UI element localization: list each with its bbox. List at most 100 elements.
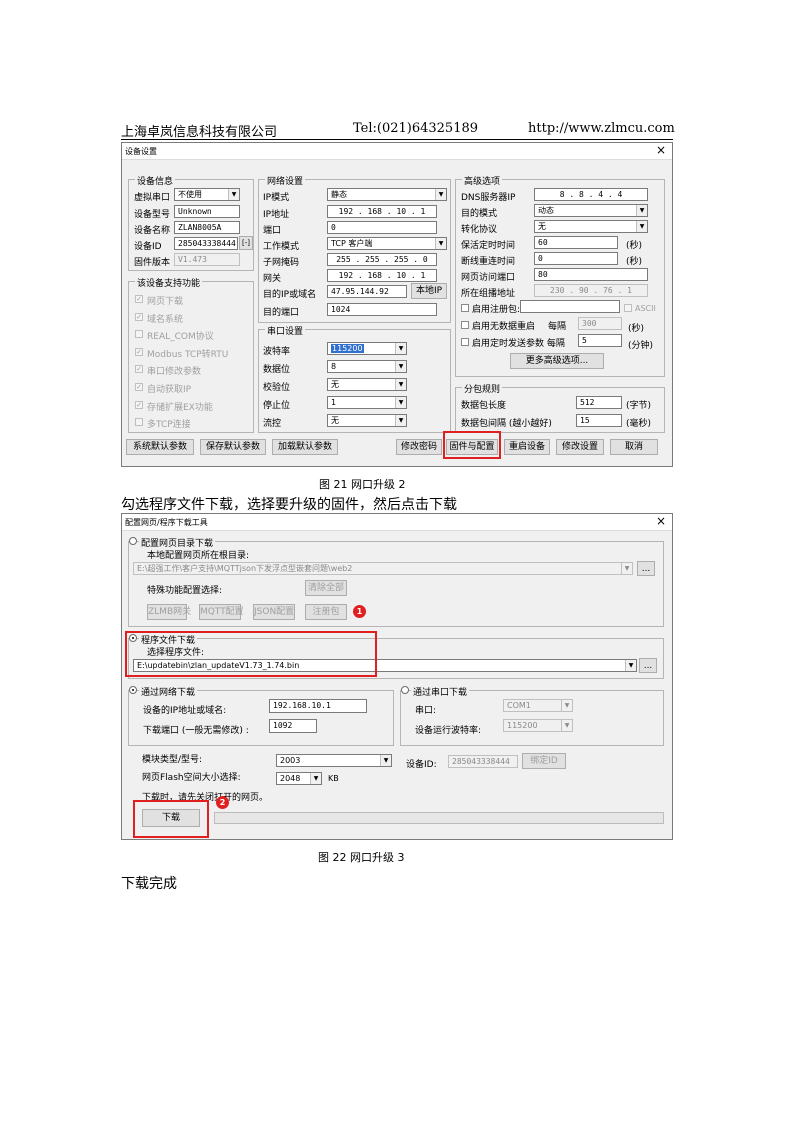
port-field[interactable]: 0	[327, 221, 437, 234]
baud-label: 波特率	[263, 347, 291, 357]
chevron-down-icon: ▼	[561, 720, 572, 731]
feature-checkbox[interactable]: ✓	[135, 365, 143, 374]
gateway-field[interactable]: 192 . 168 . 10 . 1	[327, 269, 437, 282]
load-default-button[interactable]: 加载默认参数	[272, 439, 338, 455]
restart-device-button[interactable]: 重启设备	[504, 439, 550, 455]
flow-select[interactable]: 无 ▼	[327, 414, 407, 427]
no-data-reboot-checkbox[interactable]	[461, 321, 469, 329]
download-port-field[interactable]: 1092	[269, 719, 317, 733]
cancel-button[interactable]: 取消	[610, 439, 658, 455]
feature-checkbox[interactable]: ✓	[135, 400, 143, 409]
protocol-label: 转化协议	[461, 225, 498, 235]
serial-baud-label: 设备运行波特率:	[415, 726, 482, 736]
more-advanced-button[interactable]: 更多高级选项...	[510, 353, 604, 369]
dns-field[interactable]: 8 . 8 . 4 . 4	[534, 188, 648, 201]
feature-checkbox[interactable]: ✓	[135, 347, 143, 356]
dest-ip-field[interactable]: 47.95.144.92	[327, 285, 407, 298]
register-field[interactable]	[520, 300, 620, 313]
device-id-field: 285043338444	[448, 755, 518, 768]
chevron-down-icon: ▼	[435, 238, 446, 249]
name-field[interactable]: ZLAN8005A	[174, 221, 240, 234]
feature-label: REAL_COM协议	[147, 332, 214, 343]
close-icon[interactable]: ×	[656, 143, 666, 157]
chevron-down-icon: ▼	[435, 189, 446, 200]
module-type-select[interactable]: 2003 ▼	[276, 754, 392, 767]
zlmb-gateway-button[interactable]: ZLMB网关	[147, 604, 191, 620]
feature-checkbox[interactable]: ✓	[135, 383, 143, 391]
web-port-field[interactable]: 80	[534, 268, 648, 281]
local-ip-button[interactable]: 本地IP	[411, 283, 447, 299]
timed-send-field[interactable]: 5	[578, 334, 622, 347]
close-icon[interactable]: ×	[656, 514, 666, 528]
data-bits-select[interactable]: 8 ▼	[327, 360, 407, 373]
packet-length-field[interactable]: 512	[576, 396, 622, 409]
browse-button[interactable]: ...	[639, 658, 657, 673]
ascii-checkbox[interactable]	[624, 304, 632, 312]
progress-bar	[214, 812, 664, 824]
json-config-button[interactable]: JSON配置	[253, 604, 295, 620]
dest-ip-label: 目的IP或域名	[263, 290, 317, 300]
step-badge-1: 1	[353, 605, 366, 618]
protocol-select[interactable]: 无 ▼	[534, 220, 648, 233]
virtual-port-select[interactable]: 不使用 ▼	[174, 188, 240, 201]
serial-download-radio[interactable]	[401, 686, 409, 694]
parity-select[interactable]: 无 ▼	[327, 378, 407, 391]
feature-checkbox[interactable]: ✓	[135, 295, 143, 303]
serial-port-select[interactable]: COM1 ▼	[503, 699, 573, 712]
gateway-label: 网关	[263, 274, 282, 284]
serial-baud-select[interactable]: 115200 ▼	[503, 719, 573, 732]
system-default-button[interactable]: 系统默认参数	[126, 439, 194, 455]
ip-field[interactable]: 192 . 168 . 10 . 1	[327, 205, 437, 218]
virtual-port-label: 虚拟串口	[134, 193, 171, 203]
chevron-down-icon: ▼	[395, 379, 406, 390]
data-bits-label: 数据位	[263, 365, 291, 375]
flow-label: 流控	[263, 419, 282, 429]
register-packet-button[interactable]: 注册包	[305, 604, 347, 620]
flash-size-unit: KB	[328, 774, 339, 783]
device-id-button[interactable]: [-]	[239, 236, 253, 250]
feature-checkbox[interactable]: ✓	[135, 312, 143, 321]
model-field[interactable]: Unknown	[174, 205, 240, 218]
chevron-down-icon: ▼	[636, 205, 647, 216]
no-data-reboot-label: 启用无数据重启	[472, 322, 536, 332]
work-mode-select[interactable]: TCP 客户端 ▼	[327, 237, 447, 250]
ip-mode-select[interactable]: 静态 ▼	[327, 188, 447, 201]
dest-port-field[interactable]: 1024	[327, 303, 437, 316]
change-password-button[interactable]: 修改密码	[396, 439, 442, 455]
keepalive-field[interactable]: 60	[534, 236, 618, 249]
chevron-down-icon: ▼	[621, 563, 632, 574]
group-title: 设备信息	[135, 174, 176, 187]
stop-bits-select[interactable]: 1 ▼	[327, 396, 407, 409]
web-download-radio[interactable]	[129, 537, 137, 545]
root-dir-label: 本地配置网页所在根目录:	[147, 551, 250, 561]
modify-settings-button[interactable]: 修改设置	[556, 439, 604, 455]
save-default-button[interactable]: 保存默认参数	[200, 439, 266, 455]
timed-send-checkbox[interactable]	[461, 338, 469, 346]
browse-button[interactable]: ...	[637, 561, 655, 576]
root-dir-select[interactable]: E:\超强工作\客户支持\MQTTjson下发浮点型嵌套问题\web2 ▼	[133, 562, 633, 575]
reconnect-field[interactable]: 0	[534, 252, 618, 265]
register-checkbox[interactable]	[461, 304, 469, 312]
web-port-label: 网页访问端口	[461, 273, 516, 283]
mask-field[interactable]: 255 . 255 . 255 . 0	[327, 253, 437, 266]
feature-checkbox[interactable]	[135, 330, 143, 339]
group-title: 串口设置	[265, 324, 306, 337]
dest-mode-select[interactable]: 动态 ▼	[534, 204, 648, 217]
feature-checkbox[interactable]	[135, 418, 143, 427]
baud-select[interactable]: 115200 ▼	[327, 342, 407, 355]
clear-all-button[interactable]: 清除全部	[305, 580, 347, 596]
chevron-down-icon: ▼	[228, 189, 239, 200]
flash-size-select[interactable]: 2048 ▼	[276, 772, 322, 785]
network-download-radio[interactable]	[129, 686, 137, 694]
device-id-field[interactable]: 285043338444	[174, 237, 238, 250]
bind-id-button[interactable]: 绑定ID	[522, 753, 566, 769]
mqtt-config-button[interactable]: MQTT配置	[199, 604, 244, 620]
group-title: 分包规则	[462, 382, 503, 395]
features-group: 该设备支持功能 ✓ 网页下载 ✓ 域名系统 REAL_COM协议 ✓ Modbus TCP转…	[128, 276, 254, 433]
packet-interval-field[interactable]: 15	[576, 414, 622, 427]
model-label: 设备型号	[134, 210, 171, 220]
telephone: Tel:(021)64325189	[353, 121, 479, 136]
stop-bits-label: 停止位	[263, 401, 291, 411]
firmware-field: V1.473	[174, 253, 240, 266]
device-ip-field[interactable]: 192.168.10.1	[269, 699, 367, 713]
